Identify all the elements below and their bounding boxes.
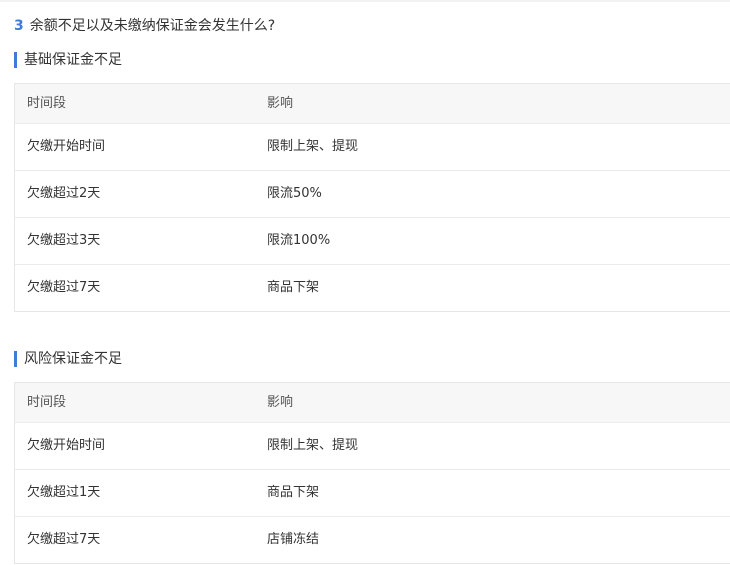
period-cell: 欠缴超过7天 (27, 280, 101, 295)
header-cell-impact: 影响 (267, 96, 294, 111)
basic-deposit-table: 时间段 影响 欠缴开始时间 限制上架、提现 欠缴超过2天 限流50% 欠缴超过3… (14, 83, 730, 312)
period-cell: 欠缴超过7天 (27, 532, 101, 547)
header-cell-impact: 影响 (267, 395, 294, 410)
header-cell-period: 时间段 (27, 96, 67, 111)
question-number: 3 (14, 18, 24, 34)
table-row: 欠缴超过1天 商品下架 (15, 469, 730, 516)
table-row: 欠缴开始时间 限制上架、提现 (15, 422, 730, 469)
question-text: 余额不足以及未缴纳保证金会发生什么? (29, 18, 276, 34)
risk-deposit-table: 时间段 影响 欠缴开始时间 限制上架、提现 欠缴超过1天 商品下架 欠缴超过7天… (14, 382, 730, 564)
faq-question: 3 余额不足以及未缴纳保证金会发生什么? (14, 16, 275, 36)
table-row: 欠缴超过7天 店铺冻结 (15, 516, 730, 563)
table-row: 欠缴超过3天 限流100% (15, 217, 730, 264)
impact-cell: 商品下架 (267, 485, 320, 500)
table-header-row: 时间段 影响 (15, 383, 730, 422)
period-cell: 欠缴超过3天 (27, 233, 101, 248)
period-cell: 欠缴开始时间 (27, 139, 106, 154)
impact-cell: 限制上架、提现 (267, 139, 359, 154)
impact-cell: 限流50% (267, 186, 322, 201)
section-title-risk-deposit: 风险保证金不足 (14, 350, 122, 368)
period-cell: 欠缴超过1天 (27, 485, 101, 500)
period-cell: 欠缴开始时间 (27, 438, 106, 453)
impact-cell: 店铺冻结 (267, 532, 320, 547)
period-cell: 欠缴超过2天 (27, 186, 101, 201)
table-row: 欠缴超过2天 限流50% (15, 170, 730, 217)
top-divider (0, 0, 730, 2)
section-title-basic-deposit: 基础保证金不足 (14, 51, 122, 69)
impact-cell: 商品下架 (267, 280, 320, 295)
impact-cell: 限制上架、提现 (267, 438, 359, 453)
impact-cell: 限流100% (267, 233, 331, 248)
table-row: 欠缴超过7天 商品下架 (15, 264, 730, 311)
table-header-row: 时间段 影响 (15, 84, 730, 123)
table-row: 欠缴开始时间 限制上架、提现 (15, 123, 730, 170)
header-cell-period: 时间段 (27, 395, 67, 410)
